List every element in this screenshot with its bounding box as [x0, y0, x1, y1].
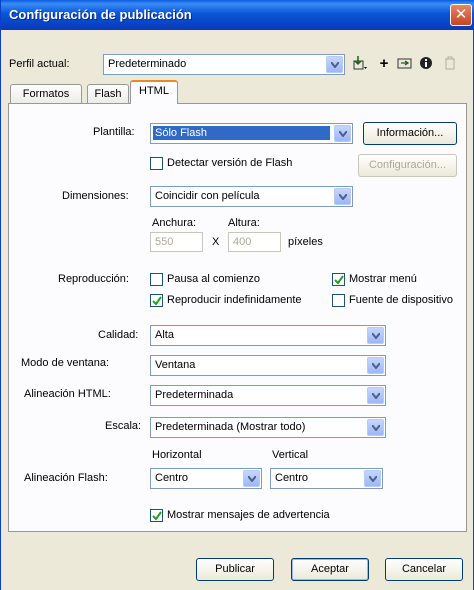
- dimension-separator: X: [212, 236, 220, 248]
- show-menu-checkbox[interactable]: Mostrar menú: [332, 273, 442, 287]
- delete-icon[interactable]: [441, 55, 459, 73]
- detect-flash-label: Detectar versión de Flash: [167, 157, 293, 169]
- chevron-down-icon: [334, 188, 351, 205]
- quality-select[interactable]: Alta: [150, 325, 386, 346]
- checkbox-box: [150, 273, 163, 286]
- warnings-label: Mostrar mensajes de advertencia: [167, 509, 330, 521]
- playback-label: Reproducción:: [58, 273, 129, 285]
- import-export-icon[interactable]: [351, 55, 369, 73]
- duplicate-profile-icon[interactable]: [396, 55, 414, 73]
- template-label: Plantilla:: [93, 126, 135, 138]
- dimensions-value: Coincidir con película: [155, 190, 260, 202]
- window-mode-label: Modo de ventana:: [21, 357, 110, 369]
- config-button-label: Configuración...: [368, 159, 447, 171]
- checkbox-box: [150, 157, 163, 170]
- checkmark-icon: [152, 296, 162, 306]
- scale-value: Predeterminada (Mostrar todo): [155, 421, 306, 433]
- chevron-down-icon: [326, 56, 343, 73]
- accept-button[interactable]: Aceptar: [291, 558, 369, 581]
- tab-label: HTML: [139, 85, 169, 97]
- horizontal-label: Horizontal: [152, 449, 202, 461]
- add-profile-icon[interactable]: +: [375, 55, 393, 73]
- window-mode-value: Ventana: [155, 359, 196, 371]
- html-align-select[interactable]: Predeterminada: [150, 385, 386, 406]
- close-icon: ✕: [454, 6, 468, 23]
- chevron-down-icon: [367, 357, 384, 374]
- tab-label: Formatos: [22, 88, 70, 100]
- publish-settings-dialog: Configuración de publicación ✕ Perfil ac…: [0, 0, 474, 590]
- accept-label: Aceptar: [311, 563, 349, 575]
- vertical-align-select[interactable]: Centro: [270, 468, 383, 489]
- publish-label: Publicar: [215, 563, 255, 575]
- flash-align-label: Alineación Flash:: [24, 472, 108, 484]
- vertical-align-value: Centro: [275, 472, 309, 484]
- template-select[interactable]: Sólo Flash: [150, 123, 353, 144]
- checkmark-icon: [334, 275, 344, 285]
- chevron-down-icon: [367, 387, 384, 404]
- profile-select[interactable]: Predeterminado: [103, 54, 345, 75]
- cancel-button[interactable]: Cancelar: [385, 558, 463, 581]
- chevron-down-icon: [367, 327, 384, 344]
- horizontal-align-value: Centro: [155, 472, 189, 484]
- chevron-down-icon: [334, 125, 351, 142]
- loop-label: Reproducir indefinidamente: [167, 294, 302, 306]
- device-font-checkbox[interactable]: Fuente de dispositivo: [332, 294, 464, 308]
- chevron-down-icon: [367, 419, 384, 436]
- info-button[interactable]: Información...: [363, 122, 457, 145]
- tab-html[interactable]: HTML: [130, 80, 178, 104]
- cancel-label: Cancelar: [401, 563, 447, 575]
- unit-label: píxeles: [288, 236, 323, 248]
- width-field[interactable]: 550: [150, 232, 203, 252]
- loop-checkbox[interactable]: Reproducir indefinidamente: [150, 294, 325, 308]
- show-menu-label: Mostrar menú: [349, 273, 417, 285]
- profile-label: Perfil actual:: [9, 58, 70, 70]
- horizontal-align-select[interactable]: Centro: [150, 468, 262, 489]
- publish-button[interactable]: Publicar: [196, 558, 274, 581]
- scale-select[interactable]: Predeterminada (Mostrar todo): [150, 417, 386, 438]
- tab-label: Flash: [94, 88, 122, 100]
- width-label: Anchura:: [152, 217, 197, 229]
- vertical-label: Vertical: [272, 449, 309, 461]
- profile-value: Predeterminado: [108, 58, 187, 70]
- scale-label: Escala:: [105, 420, 142, 432]
- chevron-down-icon: [243, 470, 260, 487]
- warnings-checkbox[interactable]: Mostrar mensajes de advertencia: [150, 509, 360, 523]
- template-value: Sólo Flash: [153, 126, 330, 140]
- height-label: Altura:: [228, 217, 260, 229]
- checkbox-box: [332, 273, 345, 286]
- quality-label: Calidad:: [98, 329, 139, 341]
- checkbox-box: [150, 294, 163, 307]
- checkmark-icon: [152, 511, 162, 521]
- window-mode-select[interactable]: Ventana: [150, 355, 386, 376]
- quality-value: Alta: [155, 329, 174, 341]
- tab-formatos[interactable]: Formatos: [10, 84, 82, 104]
- tab-flash[interactable]: Flash: [87, 84, 129, 104]
- dimensions-label: Dimensiones:: [62, 190, 129, 202]
- title-bar[interactable]: Configuración de publicación ✕: [1, 0, 474, 30]
- chevron-down-icon: [364, 470, 381, 487]
- info-button-label: Información...: [376, 127, 444, 139]
- window-title: Configuración de publicación: [9, 7, 192, 22]
- height-field[interactable]: 400: [228, 232, 281, 252]
- info-icon[interactable]: [417, 55, 435, 73]
- html-align-label: Alineación HTML:: [24, 388, 111, 400]
- detect-flash-checkbox[interactable]: Detectar versión de Flash: [150, 157, 320, 171]
- close-button[interactable]: ✕: [450, 4, 472, 26]
- html-align-value: Predeterminada: [155, 389, 234, 401]
- dimensions-select[interactable]: Coincidir con película: [150, 186, 353, 207]
- device-font-label: Fuente de dispositivo: [349, 294, 453, 306]
- pause-checkbox[interactable]: Pausa al comienzo: [150, 273, 290, 287]
- checkbox-box: [150, 509, 163, 522]
- pause-label: Pausa al comienzo: [167, 273, 260, 285]
- checkbox-box: [332, 294, 345, 307]
- config-button[interactable]: Configuración...: [358, 154, 457, 177]
